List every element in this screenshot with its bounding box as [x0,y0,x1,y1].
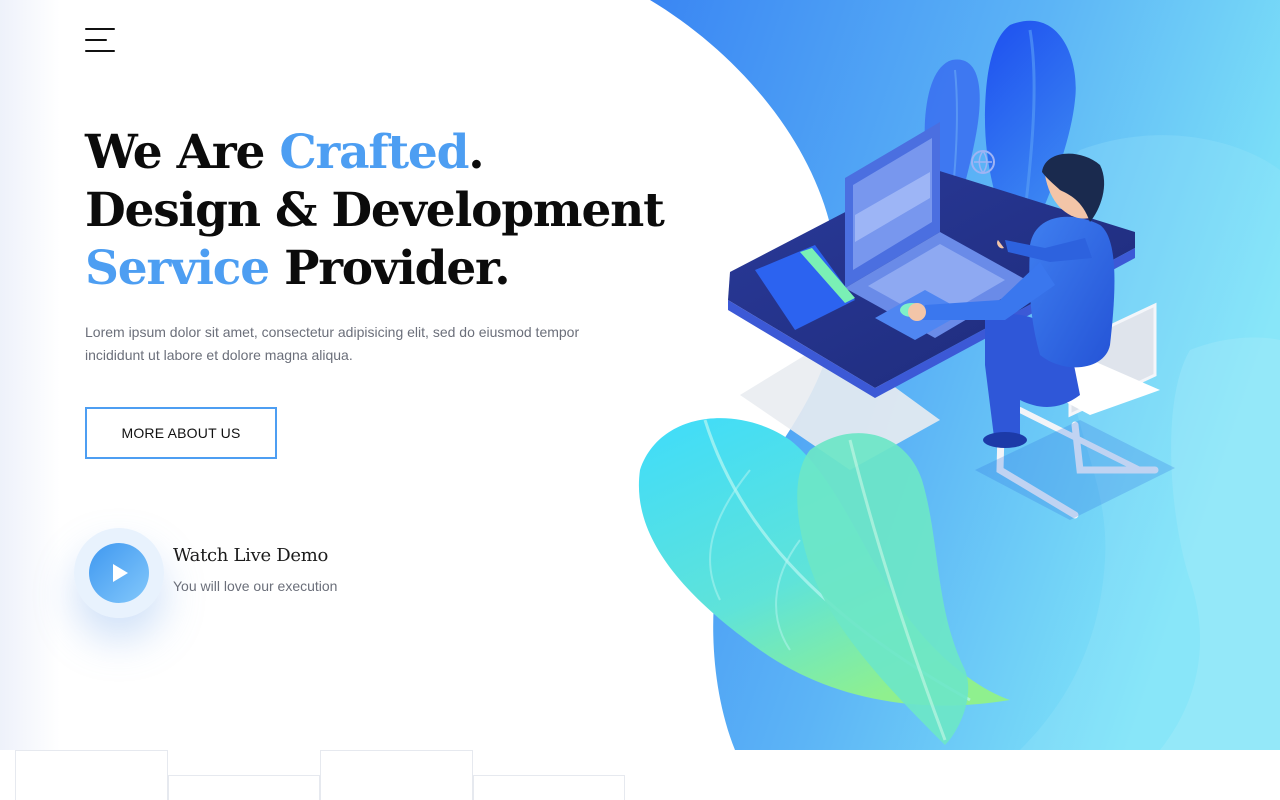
headline-line-3: Service Provider. [85,240,625,298]
more-about-us-button[interactable]: MORE ABOUT US [85,407,277,459]
hero-headline: We Are Crafted. Design & Development Ser… [85,124,665,298]
headline-line-2: Design & Development [85,183,665,238]
headline-suffix: . [468,125,484,180]
watch-demo-play-button[interactable] [74,528,164,618]
hero-illustration [638,0,1280,750]
hamburger-menu-icon [85,50,115,52]
hero-intro-text: Lorem ipsum dolor sit amet, consectetur … [85,324,580,363]
watch-demo-title[interactable]: Watch Live Demo [173,545,328,566]
menu-toggle-button[interactable] [85,28,117,54]
feature-card [473,775,625,800]
feature-card [320,750,473,800]
headline-line-1: We Are Crafted. [85,124,625,182]
headline-suffix: Provider. [268,241,511,296]
headline-prefix: We Are [85,125,280,180]
headline-accent-word: Service [85,241,270,296]
watch-demo-subtitle: You will love our execution [173,578,338,594]
feature-card [15,750,168,800]
hero-section: We Are Crafted. Design & Development Ser… [0,0,1280,750]
hamburger-menu-icon [85,39,107,41]
hamburger-menu-icon [85,28,115,30]
play-icon [113,564,128,582]
play-button-circle [89,543,149,603]
left-edge-fade [0,0,60,750]
feature-card [168,775,320,800]
headline-accent-word: Crafted [279,125,469,180]
